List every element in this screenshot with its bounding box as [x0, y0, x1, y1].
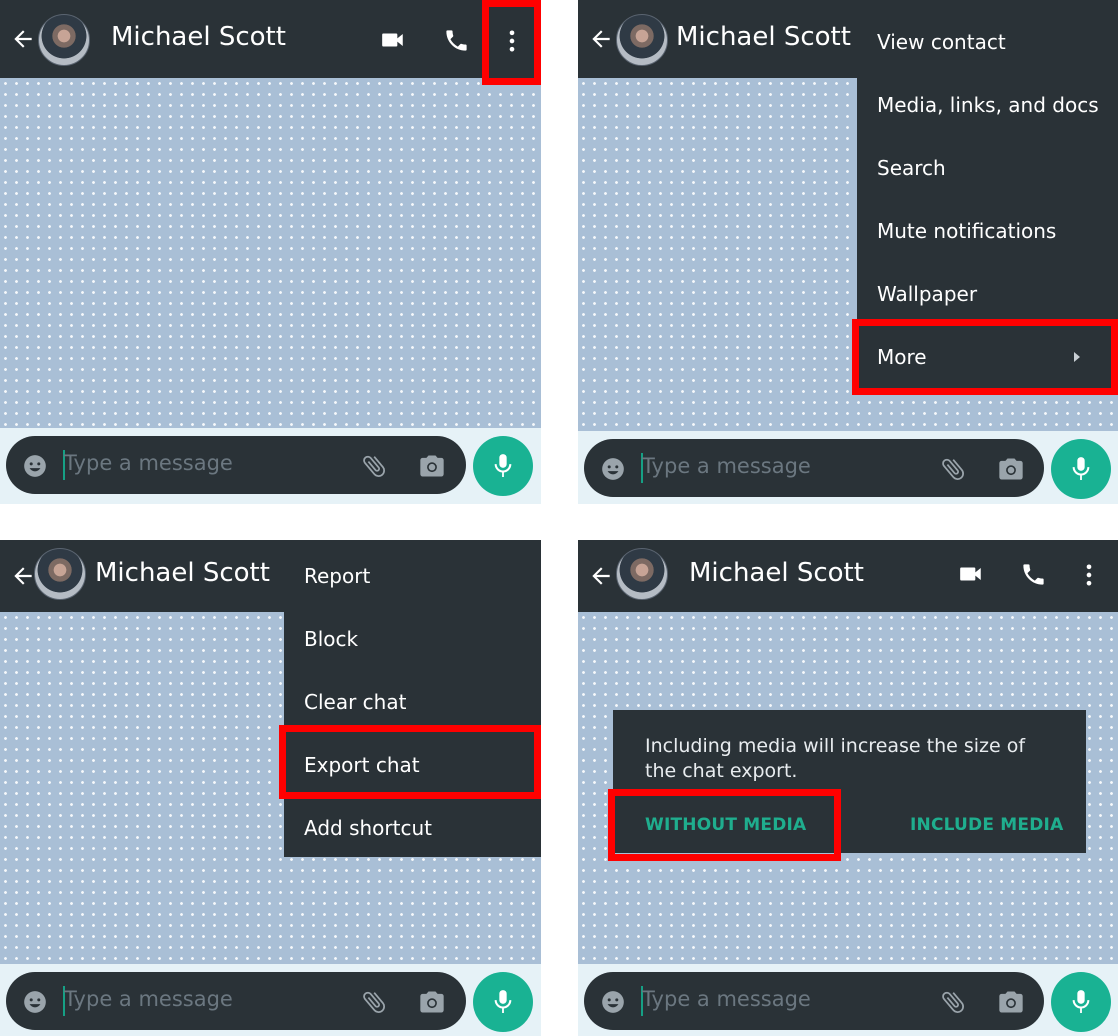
paperclip-icon[interactable]: [360, 452, 388, 480]
message-input[interactable]: Type a message: [642, 987, 811, 1011]
without-media-button[interactable]: WITHOUT MEDIA: [645, 815, 806, 835]
menu-item-media-links-docs[interactable]: Media, links, and docs: [857, 74, 1118, 137]
message-input-container[interactable]: Type a message: [584, 972, 1044, 1030]
avatar[interactable]: [34, 548, 86, 600]
camera-icon[interactable]: [997, 988, 1025, 1016]
message-input-container[interactable]: Type a message: [584, 439, 1044, 497]
avatar[interactable]: [616, 14, 668, 66]
video-camera-icon[interactable]: [378, 27, 408, 53]
menu-item-block[interactable]: Block: [284, 608, 541, 671]
contact-name[interactable]: Michael Scott: [689, 558, 864, 588]
menu-item-label: Mute notifications: [877, 219, 1057, 243]
menu-item-more[interactable]: More: [857, 326, 1118, 389]
arrow-left-icon[interactable]: [10, 563, 36, 589]
emoji-icon[interactable]: [22, 453, 48, 479]
microphone-icon: [494, 454, 512, 477]
menu-item-label: Clear chat: [304, 690, 407, 714]
include-media-button[interactable]: INCLUDE MEDIA: [910, 815, 1063, 835]
menu-item-report[interactable]: Report: [284, 545, 541, 608]
step-2-panel: Michael Scott View contact Media, links,…: [578, 0, 1118, 504]
arrow-left-icon[interactable]: [588, 26, 614, 52]
message-input-container[interactable]: Type a message: [6, 436, 466, 494]
avatar[interactable]: [616, 548, 668, 600]
composer-bar: Type a message: [578, 964, 1118, 1036]
menu-item-label: Export chat: [304, 753, 420, 777]
microphone-icon: [494, 990, 512, 1013]
menu-item-search[interactable]: Search: [857, 137, 1118, 200]
menu-item-label: Search: [877, 156, 946, 180]
arrow-left-icon[interactable]: [588, 563, 614, 589]
step-1-panel: Michael Scott Type a message: [0, 0, 541, 504]
menu-item-view-contact[interactable]: View contact: [857, 11, 1118, 74]
step-3-panel: Michael Scott Report Block Clear chat Ex…: [0, 540, 541, 1036]
paperclip-icon[interactable]: [939, 988, 967, 1016]
paperclip-icon[interactable]: [939, 455, 967, 483]
menu-item-add-shortcut[interactable]: Add shortcut: [284, 797, 541, 860]
step-4-panel: Michael Scott Including media will incre…: [578, 540, 1118, 1036]
message-input-container[interactable]: Type a message: [6, 972, 466, 1030]
menu-item-label: Report: [304, 564, 371, 588]
microphone-button[interactable]: [1051, 439, 1111, 499]
arrow-left-icon[interactable]: [10, 26, 36, 52]
contact-name[interactable]: Michael Scott: [95, 558, 270, 588]
emoji-icon[interactable]: [600, 989, 626, 1015]
camera-icon[interactable]: [997, 455, 1025, 483]
avatar[interactable]: [38, 14, 90, 66]
microphone-icon: [1072, 457, 1090, 480]
menu-item-export-chat[interactable]: Export chat: [284, 734, 541, 797]
composer-bar: Type a message: [578, 431, 1118, 504]
emoji-icon[interactable]: [600, 456, 626, 482]
paperclip-icon[interactable]: [360, 988, 388, 1016]
menu-item-label: Block: [304, 627, 359, 651]
menu-item-mute-notifications[interactable]: Mute notifications: [857, 200, 1118, 263]
menu-item-label: View contact: [877, 30, 1006, 54]
message-input[interactable]: Type a message: [642, 454, 811, 478]
video-camera-icon[interactable]: [956, 561, 986, 587]
chat-header: Michael Scott: [578, 540, 1118, 612]
menu-item-label: Add shortcut: [304, 816, 432, 840]
more-vertical-icon[interactable]: [498, 27, 526, 55]
microphone-button[interactable]: [473, 972, 533, 1032]
chat-background: [0, 78, 541, 430]
phone-icon[interactable]: [1020, 561, 1047, 588]
dialog-message: Including media will increase the size o…: [645, 735, 1026, 782]
microphone-button[interactable]: [1051, 972, 1111, 1032]
chat-header: Michael Scott: [0, 0, 541, 78]
contact-name[interactable]: Michael Scott: [676, 22, 851, 52]
chevron-right-icon: [1074, 352, 1080, 362]
message-input[interactable]: Type a message: [64, 987, 233, 1011]
more-vertical-icon[interactable]: [1075, 561, 1103, 589]
overflow-menu: View contact Media, links, and docs Sear…: [857, 11, 1118, 389]
menu-item-label: Media, links, and docs: [877, 93, 1099, 117]
phone-icon[interactable]: [443, 27, 470, 54]
camera-icon[interactable]: [418, 452, 446, 480]
camera-icon[interactable]: [418, 988, 446, 1016]
contact-name[interactable]: Michael Scott: [111, 22, 286, 52]
message-input[interactable]: Type a message: [64, 451, 233, 475]
more-submenu: Report Block Clear chat Export chat Add …: [284, 545, 541, 857]
export-chat-dialog: Including media will increase the size o…: [613, 710, 1086, 853]
menu-item-wallpaper[interactable]: Wallpaper: [857, 263, 1118, 326]
menu-item-label: Wallpaper: [877, 282, 978, 306]
composer-bar: Type a message: [0, 964, 541, 1036]
microphone-icon: [1072, 990, 1090, 1013]
menu-item-clear-chat[interactable]: Clear chat: [284, 671, 541, 734]
emoji-icon[interactable]: [22, 989, 48, 1015]
microphone-button[interactable]: [473, 436, 533, 496]
composer-bar: Type a message: [0, 428, 541, 504]
menu-item-label: More: [877, 345, 927, 369]
